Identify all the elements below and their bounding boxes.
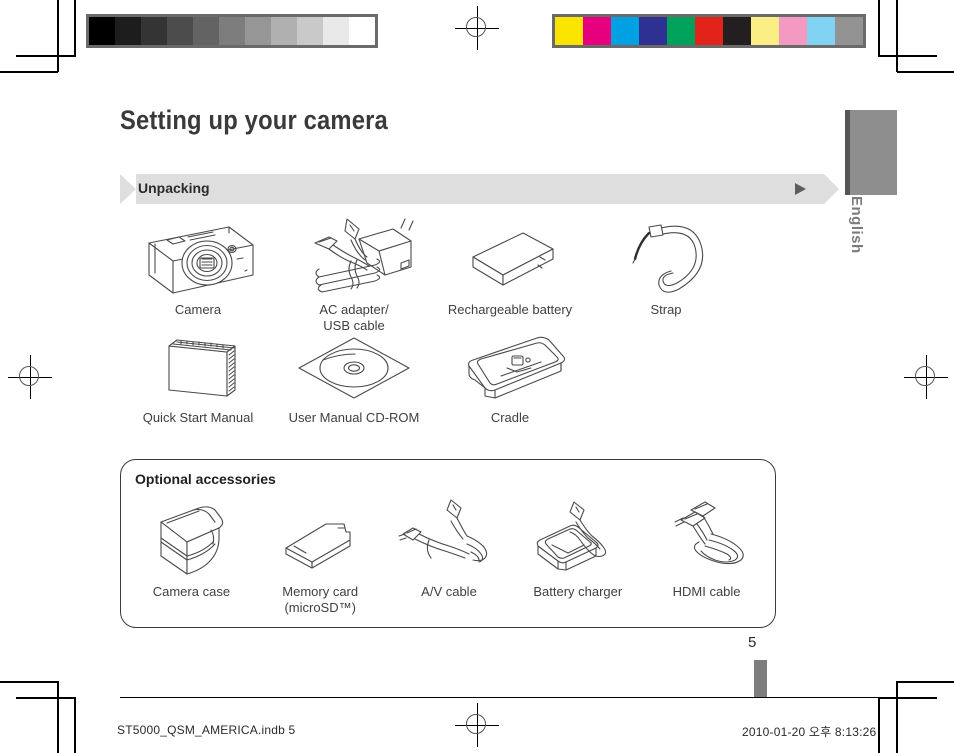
item-av-cable: A/V cable — [385, 496, 514, 616]
item-quick-start-manual: Quick Start Manual — [120, 330, 276, 426]
language-tab — [845, 110, 897, 195]
section-header-unpacking: Unpacking — [120, 174, 839, 204]
item-caption: Rechargeable battery — [447, 302, 573, 317]
item-user-manual-cd: User Manual CD-ROM — [276, 330, 432, 426]
calibration-swatch — [639, 17, 667, 45]
included-items-row-2: Quick Start Manual User Manual CD-ROM Cr… — [120, 330, 648, 426]
crop-mark-tl-h — [0, 71, 58, 73]
item-caption: Camera — [174, 302, 222, 317]
crop-mark-tr-v2 — [878, 0, 880, 57]
battery-illustration — [445, 212, 575, 300]
registration-mark-top — [455, 6, 499, 50]
item-battery-charger: Battery charger — [513, 496, 642, 616]
page-number: 5 — [748, 634, 757, 651]
item-strap: Strap — [588, 212, 744, 334]
item-memory-card: Memory card (microSD™) — [256, 496, 385, 616]
item-caption: User Manual CD-ROM — [288, 410, 420, 425]
cd-rom-illustration — [289, 330, 419, 408]
registration-mark-right — [904, 355, 948, 399]
optional-accessories-items: Camera case Memory card (microSD™) A/V c… — [127, 496, 771, 616]
av-cable-illustration — [389, 496, 509, 582]
crop-mark-bl-v — [57, 681, 59, 753]
triangle-right-icon — [795, 183, 806, 195]
ac-adapter-usb-cable-illustration — [289, 212, 419, 300]
calibration-swatch — [611, 17, 639, 45]
crop-mark-bl-h2 — [16, 697, 75, 699]
section-bar-tip — [824, 174, 839, 204]
calibration-swatch — [667, 17, 695, 45]
item-rechargeable-battery: Rechargeable battery — [432, 212, 588, 334]
crop-mark-br-v — [896, 681, 898, 753]
battery-charger-illustration — [518, 496, 638, 582]
camera-case-illustration — [131, 496, 251, 582]
page-number-bar — [754, 660, 767, 697]
calibration-swatch — [167, 17, 193, 45]
memory-card-illustration — [260, 496, 380, 582]
item-camera-case: Camera case — [127, 496, 256, 616]
calibration-swatch — [323, 17, 349, 45]
crop-mark-bl-v2 — [74, 697, 76, 753]
item-camera: Camera — [120, 212, 276, 334]
item-caption: Battery charger — [533, 584, 623, 599]
section-bar-notch — [120, 174, 136, 204]
section-title: Unpacking — [138, 180, 210, 196]
footer-divider — [120, 697, 890, 698]
calibration-swatch — [89, 17, 115, 45]
strap-illustration — [601, 212, 731, 300]
manual-illustration — [133, 330, 263, 408]
camera-illustration — [133, 212, 263, 300]
calibration-swatch — [751, 17, 779, 45]
calibration-swatch — [271, 17, 297, 45]
calibration-swatch — [245, 17, 271, 45]
language-tab-label: English — [848, 196, 865, 254]
page-title: Setting up your camera — [120, 105, 388, 135]
calibration-swatch — [555, 17, 583, 45]
item-hdmi-cable: HDMI cable — [642, 496, 771, 616]
color-calibration-strip — [552, 14, 866, 48]
crop-mark-tr-v — [896, 0, 898, 72]
calibration-swatch — [779, 17, 807, 45]
hdmi-cable-illustration — [647, 496, 767, 582]
footer-timestamp: 2010-01-20 오후 8:13:26 — [742, 725, 877, 739]
item-ac-adapter: AC adapter/ USB cable — [276, 212, 432, 334]
crop-mark-tr-h2 — [879, 55, 937, 57]
calibration-swatch — [695, 17, 723, 45]
crop-mark-br-h — [897, 681, 954, 683]
crop-mark-br-v2 — [878, 697, 880, 753]
grayscale-calibration-strip — [86, 14, 378, 48]
item-cradle: Cradle — [432, 330, 588, 426]
calibration-swatch — [349, 17, 375, 45]
calibration-swatch — [141, 17, 167, 45]
included-items-row-1: Camera AC adapter/ USB cable Rechargeabl… — [120, 212, 824, 334]
item-caption: Strap — [650, 302, 682, 317]
item-caption: HDMI cable — [672, 584, 741, 599]
crop-mark-tl-v2 — [74, 0, 76, 57]
registration-mark-bottom — [455, 703, 499, 747]
calibration-swatch — [115, 17, 141, 45]
calibration-swatch — [297, 17, 323, 45]
calibration-swatch — [583, 17, 611, 45]
item-caption: Memory card (microSD™) — [282, 584, 359, 615]
item-caption: Cradle — [490, 410, 530, 425]
calibration-swatch — [835, 17, 863, 45]
crop-mark-tl-v — [57, 0, 59, 72]
item-caption: A/V cable — [421, 584, 477, 599]
crop-mark-tl-h2 — [16, 55, 75, 57]
cradle-illustration — [445, 330, 575, 408]
item-caption: Camera case — [152, 584, 231, 599]
crop-mark-tr-h — [897, 71, 954, 73]
crop-mark-bl-h — [0, 681, 58, 683]
calibration-swatch — [219, 17, 245, 45]
optional-accessories-panel: Optional accessories Camera case Memory … — [120, 459, 776, 628]
calibration-swatch — [807, 17, 835, 45]
footer-filename: ST5000_QSM_AMERICA.indb 5 — [117, 723, 296, 737]
item-caption: Quick Start Manual — [142, 410, 254, 425]
calibration-swatch — [193, 17, 219, 45]
optional-accessories-title: Optional accessories — [135, 471, 276, 487]
calibration-swatch — [723, 17, 751, 45]
registration-mark-left — [8, 355, 52, 399]
